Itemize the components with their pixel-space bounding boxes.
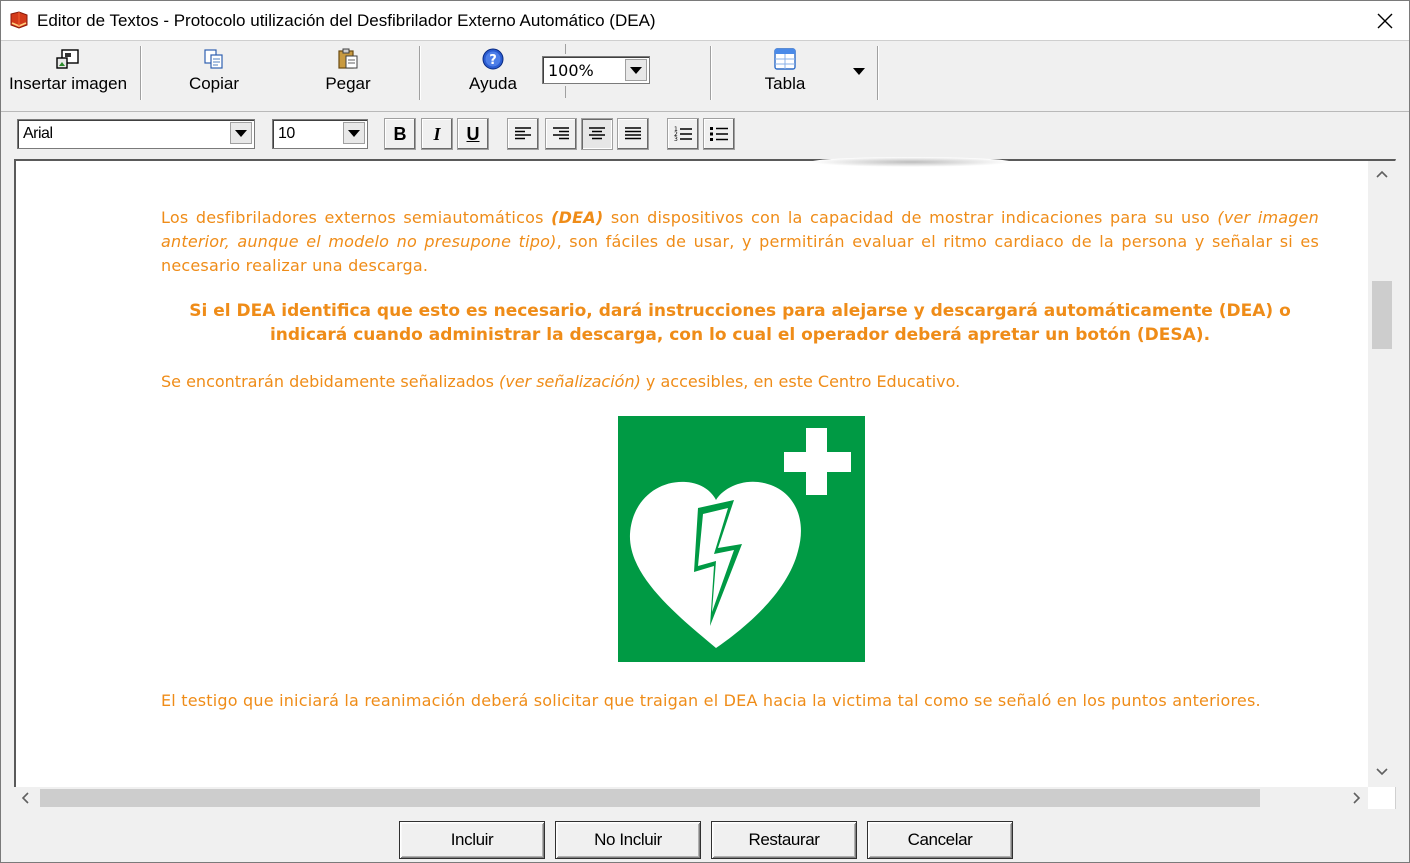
paragraph-dea-witness: El testigo que iniciará la reanimación d…	[161, 691, 1261, 710]
align-left-icon	[515, 127, 531, 140]
cancel-button[interactable]: Cancelar	[867, 821, 1013, 859]
title-bar: Editor de Textos - Protocolo utilización…	[1, 1, 1409, 41]
toolbar-separator	[565, 44, 567, 54]
italic-label: I	[433, 123, 441, 144]
editor-window: Editor de Textos - Protocolo utilización…	[0, 0, 1410, 863]
table-label: Tabla	[764, 74, 806, 93]
toolbar-separator	[710, 46, 712, 100]
horizontal-scrollbar[interactable]	[14, 787, 1368, 809]
bullet-list-button[interactable]	[703, 118, 735, 150]
scroll-left-icon[interactable]	[20, 791, 30, 805]
font-size-select[interactable]: 10	[272, 119, 368, 149]
restore-button[interactable]: Restaurar	[711, 821, 857, 859]
copy-button[interactable]: Copiar	[169, 46, 259, 102]
font-family-value: Arial	[23, 125, 53, 142]
insert-image-icon	[56, 49, 79, 69]
text-run: Se encontrarán debidamente señalizados	[161, 372, 499, 391]
close-button[interactable]	[1361, 1, 1409, 41]
text-run: son dispositivos con la capacidad de mos…	[603, 208, 1218, 227]
horizontal-scroll-thumb[interactable]	[40, 789, 1260, 807]
insert-image-label: Insertar imagen	[8, 74, 128, 93]
scroll-up-icon[interactable]	[1375, 169, 1389, 179]
toolbar-separator	[565, 86, 567, 98]
toolbar-separator	[419, 46, 421, 100]
copy-label: Copiar	[188, 74, 240, 93]
paragraph-dea-description: Los desfibriladores externos semiautomát…	[161, 206, 1319, 278]
vertical-scroll-thumb[interactable]	[1372, 281, 1392, 349]
include-button[interactable]: Incluir	[399, 821, 545, 859]
align-left-button[interactable]	[507, 118, 539, 150]
close-icon	[1377, 13, 1393, 29]
format-toolbar: Arial 10 B I U 1 2 3	[1, 113, 1409, 159]
underline-button[interactable]: U	[457, 118, 489, 150]
help-button[interactable]: ? Ayuda	[451, 46, 535, 102]
scroll-right-icon[interactable]	[1352, 791, 1362, 805]
text-run: y accesibles, en este Centro Educativo.	[640, 372, 961, 391]
help-icon: ?	[482, 48, 504, 70]
underline-label: U	[466, 123, 480, 144]
image-shadow-fragment	[811, 157, 1011, 167]
align-center-button[interactable]	[581, 118, 613, 150]
paste-icon	[338, 48, 358, 69]
copy-icon	[204, 49, 223, 69]
bold-button[interactable]: B	[384, 118, 416, 150]
vertical-scrollbar[interactable]	[1368, 161, 1396, 787]
text-run: Los desfibriladores externos semiautomát…	[161, 208, 552, 227]
insert-image-button[interactable]: Insertar imagen	[3, 46, 133, 102]
zoom-select[interactable]: 100%	[542, 56, 650, 84]
toolbar-separator	[140, 46, 142, 100]
paragraph-dea-instructions: Si el DEA identifica que esto es necesar…	[189, 301, 1291, 345]
numbered-list-icon: 1 2 3	[674, 126, 692, 143]
font-family-select[interactable]: Arial	[17, 119, 255, 149]
bold-label: B	[393, 123, 407, 144]
italic-button[interactable]: I	[421, 118, 453, 150]
chevron-down-icon[interactable]	[230, 122, 252, 144]
align-justify-icon	[625, 127, 641, 140]
paste-button[interactable]: Pegar	[303, 46, 393, 102]
numbered-list-button[interactable]: 1 2 3	[667, 118, 699, 150]
font-size-value: 10	[278, 125, 295, 142]
paste-label: Pegar	[325, 74, 371, 93]
zoom-value: 100%	[548, 61, 594, 80]
table-button[interactable]: Tabla	[744, 46, 826, 102]
align-right-icon	[553, 127, 569, 140]
chevron-down-icon[interactable]	[343, 122, 365, 144]
align-justify-button[interactable]	[617, 118, 649, 150]
toolbar-separator	[877, 46, 879, 100]
table-icon	[774, 48, 796, 70]
table-dropdown-arrow[interactable]	[853, 68, 865, 75]
text-run: (DEA)	[551, 208, 604, 227]
bullet-list-icon	[710, 127, 728, 141]
svg-text:?: ?	[489, 53, 497, 68]
document-editor[interactable]: Los desfibriladores externos semiautomát…	[14, 157, 1396, 809]
scroll-down-icon[interactable]	[1375, 767, 1389, 777]
align-right-button[interactable]	[545, 118, 577, 150]
chevron-down-icon[interactable]	[625, 59, 647, 81]
not-include-button[interactable]: No Incluir	[555, 821, 701, 859]
main-toolbar: Insertar imagen Copiar Pegar ? Ayuda 100…	[1, 42, 1409, 112]
help-label: Ayuda	[469, 74, 517, 93]
paragraph-dea-location: Se encontrarán debidamente señalizados (…	[161, 370, 1319, 394]
book-icon	[10, 11, 28, 29]
window-title: Editor de Textos - Protocolo utilización…	[37, 11, 656, 30]
align-center-icon	[589, 127, 605, 140]
aed-sign-icon	[618, 416, 865, 662]
text-run: (ver señalización)	[498, 372, 641, 391]
svg-text:3: 3	[674, 136, 678, 143]
